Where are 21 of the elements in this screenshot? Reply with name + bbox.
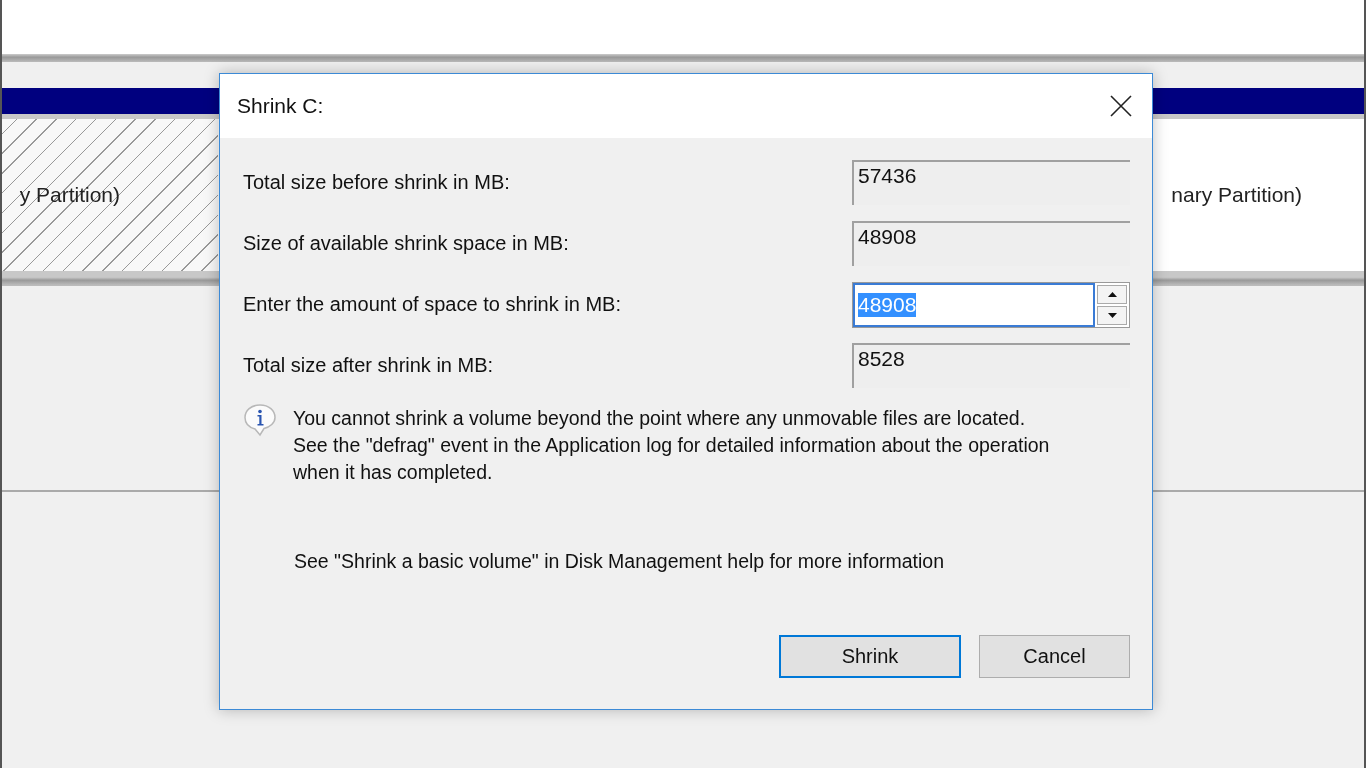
partition-block[interactable]: y Partition) [2,119,218,271]
partition-label: y Partition) [19,183,121,207]
field-label: Enter the amount of space to shrink in MB: [243,293,621,316]
help-message: See "Shrink a basic volume" in Disk Management help for more information [294,550,946,573]
close-icon [1110,95,1132,117]
field-label: Size of available shrink space in MB: [243,232,569,255]
info-message: You cannot shrink a volume beyond the point where any unmovable files are located. See the "defrag" event in the Application log for detailed information about the operation when it has completed. [293,406,1051,485]
info-icon [243,403,277,437]
dialog-button[interactable]: Shrink [779,635,961,678]
field-label: Total size before shrink in MB: [243,171,510,194]
readonly-field: 8528 [852,343,1130,388]
field-label: Total size after shrink in MB: [243,354,494,377]
spin-up-button[interactable] [1097,284,1127,304]
dialog-title: Shrink C: [237,94,324,118]
readonly-field: 48908 [852,221,1130,266]
caret-down-icon [1107,312,1117,318]
dialog-button[interactable]: Cancel [979,635,1130,678]
caret-up-icon [1107,291,1117,297]
readonly-field: 57436 [852,160,1130,205]
partition-label: nary Partition) [1171,183,1302,207]
spin-down-button[interactable] [1097,305,1127,325]
